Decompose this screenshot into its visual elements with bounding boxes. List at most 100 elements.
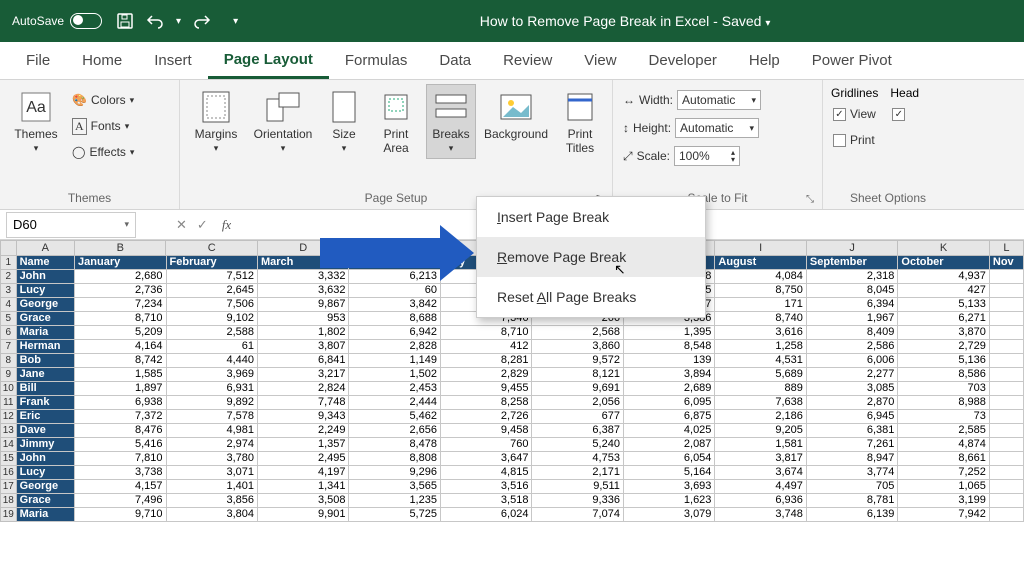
cell[interactable]: 4,753 — [532, 452, 623, 466]
cell[interactable]: 4,497 — [715, 480, 806, 494]
name-box[interactable]: D60▾ — [6, 212, 136, 238]
cell[interactable]: 3,738 — [75, 466, 166, 480]
autosave-toggle[interactable]: AutoSave — [12, 13, 102, 29]
cell[interactable]: 61 — [167, 340, 258, 354]
cell[interactable]: 2,585 — [898, 424, 989, 438]
cell[interactable]: 9,458 — [441, 424, 532, 438]
cell[interactable]: 8,750 — [715, 284, 806, 298]
cell[interactable]: 9,455 — [441, 382, 532, 396]
cell[interactable]: 139 — [624, 354, 715, 368]
cell[interactable]: Lucy — [17, 466, 75, 480]
tab-formulas[interactable]: Formulas — [329, 42, 424, 79]
headings-view-checkbox[interactable]: ✓ — [890, 102, 919, 126]
cell[interactable]: 8,586 — [898, 368, 989, 382]
cell[interactable]: Dave — [17, 424, 75, 438]
cell[interactable] — [990, 466, 1024, 480]
cell[interactable]: 6,945 — [807, 410, 898, 424]
gridlines-print-checkbox[interactable]: Print — [831, 128, 878, 152]
cell[interactable]: 5,240 — [532, 438, 623, 452]
tab-power-pivot[interactable]: Power Pivot — [796, 42, 908, 79]
cell[interactable]: 1,258 — [715, 340, 806, 354]
cell[interactable]: 6,394 — [807, 298, 898, 312]
cell[interactable]: 7,512 — [167, 270, 258, 284]
cell[interactable]: 9,343 — [258, 410, 349, 424]
cell[interactable]: 6,381 — [807, 424, 898, 438]
cell[interactable]: 8,409 — [807, 326, 898, 340]
cell[interactable] — [990, 270, 1024, 284]
cell[interactable]: 9,691 — [532, 382, 623, 396]
cell[interactable]: 6,938 — [75, 396, 166, 410]
cell[interactable]: 5,689 — [715, 368, 806, 382]
scale-spinner[interactable]: 100%▴▾ — [674, 146, 740, 166]
cell[interactable]: 8,688 — [349, 312, 440, 326]
cell[interactable]: 5,416 — [75, 438, 166, 452]
row-number[interactable]: 9 — [0, 368, 17, 382]
cell[interactable]: 3,674 — [715, 466, 806, 480]
cell[interactable]: 3,518 — [441, 494, 532, 508]
cell[interactable]: Bill — [17, 382, 75, 396]
cell[interactable]: 3,632 — [258, 284, 349, 298]
cell[interactable]: 2,171 — [532, 466, 623, 480]
row-number[interactable]: 14 — [0, 438, 17, 452]
cell[interactable] — [990, 424, 1024, 438]
cell[interactable]: Bob — [17, 354, 75, 368]
cell[interactable] — [990, 452, 1024, 466]
column-header[interactable]: C — [166, 240, 257, 256]
width-dropdown[interactable]: Automatic▾ — [677, 90, 761, 110]
cell[interactable]: 7,372 — [75, 410, 166, 424]
row-number[interactable]: 19 — [0, 508, 17, 522]
cell[interactable]: Maria — [17, 508, 75, 522]
cell[interactable]: 9,892 — [167, 396, 258, 410]
cell[interactable]: 6,024 — [441, 508, 532, 522]
cell[interactable]: 7,942 — [898, 508, 989, 522]
table-header[interactable]: October — [898, 256, 989, 270]
cell[interactable]: 9,296 — [349, 466, 440, 480]
table-header[interactable]: January — [75, 256, 166, 270]
cell[interactable]: 427 — [898, 284, 989, 298]
cell[interactable]: 7,261 — [807, 438, 898, 452]
cell[interactable]: 2,495 — [258, 452, 349, 466]
cell[interactable]: 3,804 — [167, 508, 258, 522]
cell[interactable]: 412 — [441, 340, 532, 354]
cell[interactable]: 3,870 — [898, 326, 989, 340]
dropdown-icon[interactable]: ▾ — [176, 16, 181, 27]
cell[interactable]: 2,736 — [75, 284, 166, 298]
fonts-button[interactable]: AFonts ▾ — [70, 114, 136, 138]
cell[interactable]: 2,249 — [258, 424, 349, 438]
cell[interactable] — [990, 326, 1024, 340]
cell[interactable]: 9,901 — [258, 508, 349, 522]
cell[interactable]: 8,548 — [624, 340, 715, 354]
row-number[interactable]: 4 — [0, 298, 17, 312]
cell[interactable]: 6,006 — [807, 354, 898, 368]
tab-developer[interactable]: Developer — [633, 42, 733, 79]
cell[interactable]: 2,870 — [807, 396, 898, 410]
row-number[interactable]: 8 — [0, 354, 17, 368]
row-number[interactable]: 11 — [0, 396, 17, 410]
cell[interactable]: 3,199 — [898, 494, 989, 508]
cell[interactable]: 953 — [258, 312, 349, 326]
menu-reset-page-breaks[interactable]: Reset All Page Breaks — [477, 277, 705, 317]
cell[interactable]: 2,726 — [441, 410, 532, 424]
print-area-button[interactable]: Print Area — [372, 84, 420, 160]
cell[interactable]: 3,894 — [624, 368, 715, 382]
cell[interactable]: 3,856 — [167, 494, 258, 508]
tab-insert[interactable]: Insert — [138, 42, 208, 79]
cell[interactable]: 1,802 — [258, 326, 349, 340]
cell[interactable]: 9,511 — [532, 480, 623, 494]
cell[interactable]: 3,807 — [258, 340, 349, 354]
tab-view[interactable]: View — [568, 42, 632, 79]
cell[interactable]: 8,710 — [75, 312, 166, 326]
cell[interactable]: 4,157 — [75, 480, 166, 494]
cell[interactable]: George — [17, 298, 75, 312]
cell[interactable]: John — [17, 270, 75, 284]
cell[interactable] — [990, 494, 1024, 508]
margins-button[interactable]: Margins▾ — [188, 84, 244, 159]
cell[interactable]: 8,947 — [807, 452, 898, 466]
row-number[interactable]: 10 — [0, 382, 17, 396]
toggle-off-icon[interactable] — [70, 13, 102, 29]
cell[interactable]: 8,258 — [441, 396, 532, 410]
column-header[interactable]: K — [898, 240, 989, 256]
cell[interactable]: 2,829 — [441, 368, 532, 382]
cell[interactable]: 889 — [715, 382, 806, 396]
cell[interactable]: 703 — [898, 382, 989, 396]
